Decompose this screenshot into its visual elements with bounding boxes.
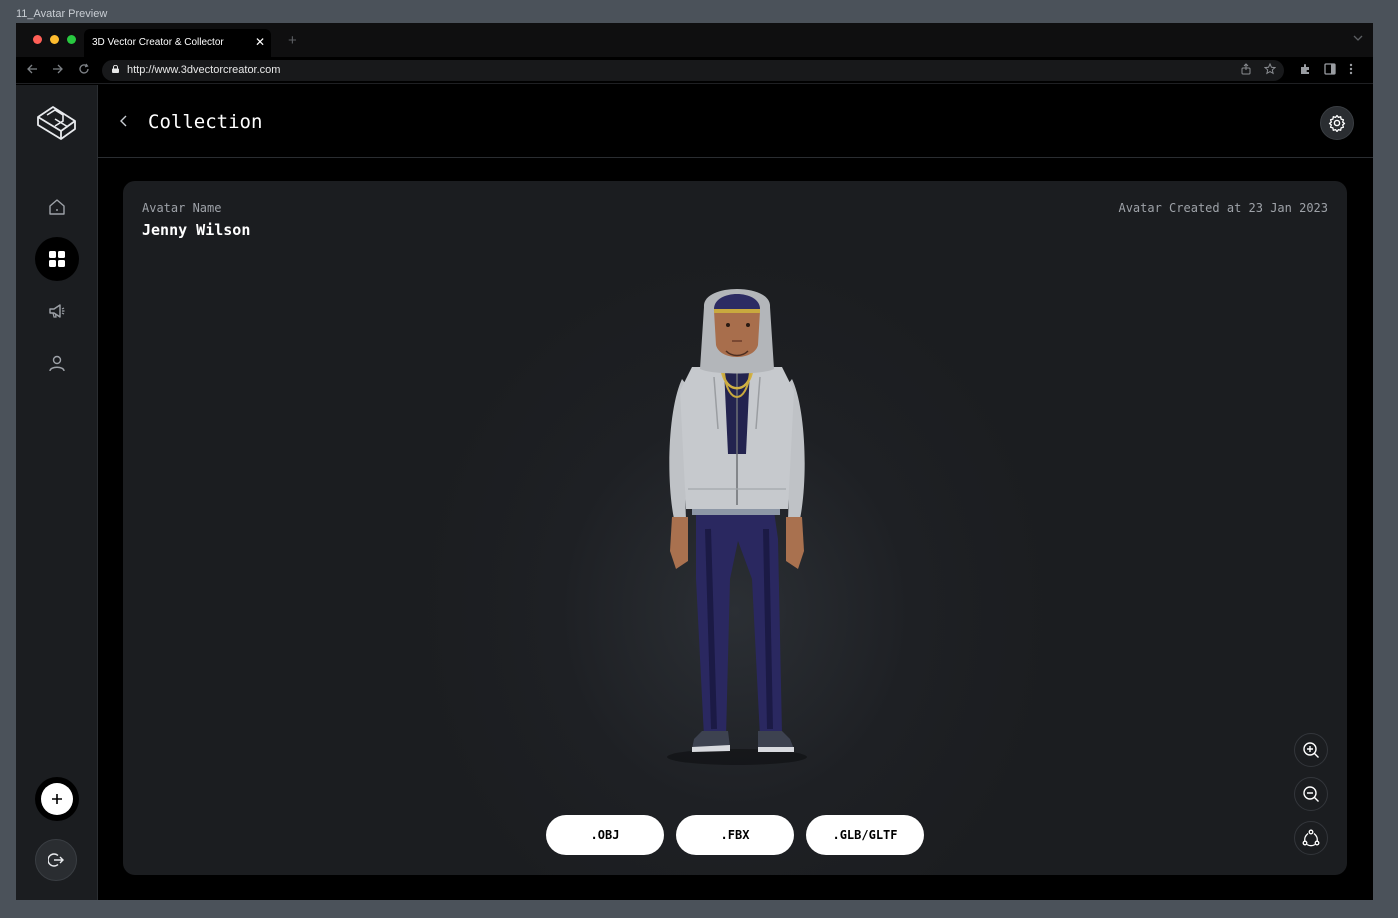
chevron-left-icon	[120, 115, 127, 127]
zoom-in-icon	[1303, 742, 1319, 758]
extensions-icon[interactable]	[1299, 63, 1311, 78]
back-arrow-icon[interactable]	[26, 63, 38, 78]
share-icon[interactable]	[1240, 63, 1252, 78]
sidebar-item-announcements[interactable]	[35, 289, 79, 333]
logout-button[interactable]	[35, 839, 77, 881]
zoom-out-icon	[1303, 786, 1319, 802]
forward-arrow-icon[interactable]	[52, 63, 64, 78]
tab-list-chevron-icon[interactable]	[1353, 33, 1363, 44]
page-header: Collection	[98, 85, 1373, 158]
main-content: Collection Avatar Name Jenny Wilson Avat…	[98, 85, 1373, 900]
export-format-row: .OBJ .FBX .GLB/GLTF	[546, 815, 924, 855]
app: Collection Avatar Name Jenny Wilson Avat…	[16, 85, 1373, 900]
avatar-3d-model[interactable]	[662, 279, 812, 771]
reload-icon[interactable]	[78, 63, 90, 78]
frame-label: 11_Avatar Preview	[16, 8, 108, 20]
sidebar-item-collection[interactable]	[35, 237, 79, 281]
browser-tab[interactable]: 3D Vector Creator & Collector ✕	[84, 29, 271, 57]
maximize-window-button[interactable]	[67, 35, 76, 44]
avatar-name-label: Avatar Name	[142, 201, 222, 215]
export-fbx-button[interactable]: .FBX	[676, 815, 794, 855]
sidebar	[16, 85, 98, 900]
tab-bar: 3D Vector Creator & Collector ✕ +	[16, 23, 1373, 57]
browser-window: 3D Vector Creator & Collector ✕ + http:/…	[16, 23, 1373, 900]
sidebar-item-profile[interactable]	[35, 341, 79, 385]
logout-icon	[48, 853, 64, 867]
rotate-3d-button[interactable]	[1294, 821, 1328, 855]
url-text: http://www.3dvectorcreator.com	[127, 64, 281, 76]
new-tab-button[interactable]: +	[288, 32, 297, 49]
lock-icon	[112, 65, 119, 73]
add-avatar-button[interactable]	[35, 777, 79, 821]
window-controls	[33, 35, 76, 44]
page-title: Collection	[148, 111, 263, 133]
back-button[interactable]	[116, 113, 132, 129]
avatar-created-date: Avatar Created at 23 Jan 2023	[1118, 201, 1328, 215]
url-input[interactable]: http://www.3dvectorcreator.com	[102, 60, 1284, 81]
settings-button[interactable]	[1320, 106, 1354, 140]
home-icon	[49, 199, 65, 215]
grid-icon	[49, 251, 65, 267]
rotate-3d-icon	[1302, 829, 1320, 847]
gear-icon	[1328, 114, 1346, 132]
megaphone-icon	[49, 304, 65, 318]
user-icon	[49, 355, 65, 372]
close-window-button[interactable]	[33, 35, 42, 44]
zoom-in-button[interactable]	[1294, 733, 1328, 767]
export-obj-button[interactable]: .OBJ	[546, 815, 664, 855]
app-logo[interactable]	[35, 103, 79, 148]
tab-title: 3D Vector Creator & Collector	[92, 37, 224, 48]
bookmark-star-icon[interactable]	[1263, 62, 1277, 78]
browser-menu-icon[interactable]	[1349, 63, 1353, 78]
side-panel-icon[interactable]	[1324, 63, 1336, 78]
sidebar-item-home[interactable]	[35, 185, 79, 229]
zoom-out-button[interactable]	[1294, 777, 1328, 811]
address-bar: http://www.3dvectorcreator.com	[16, 57, 1373, 84]
avatar-preview-card: Avatar Name Jenny Wilson Avatar Created …	[123, 181, 1347, 875]
export-glb-gltf-button[interactable]: .GLB/GLTF	[806, 815, 924, 855]
avatar-name: Jenny Wilson	[142, 221, 251, 239]
close-tab-icon[interactable]: ✕	[255, 35, 265, 49]
minimize-window-button[interactable]	[50, 35, 59, 44]
plus-icon	[52, 794, 62, 804]
